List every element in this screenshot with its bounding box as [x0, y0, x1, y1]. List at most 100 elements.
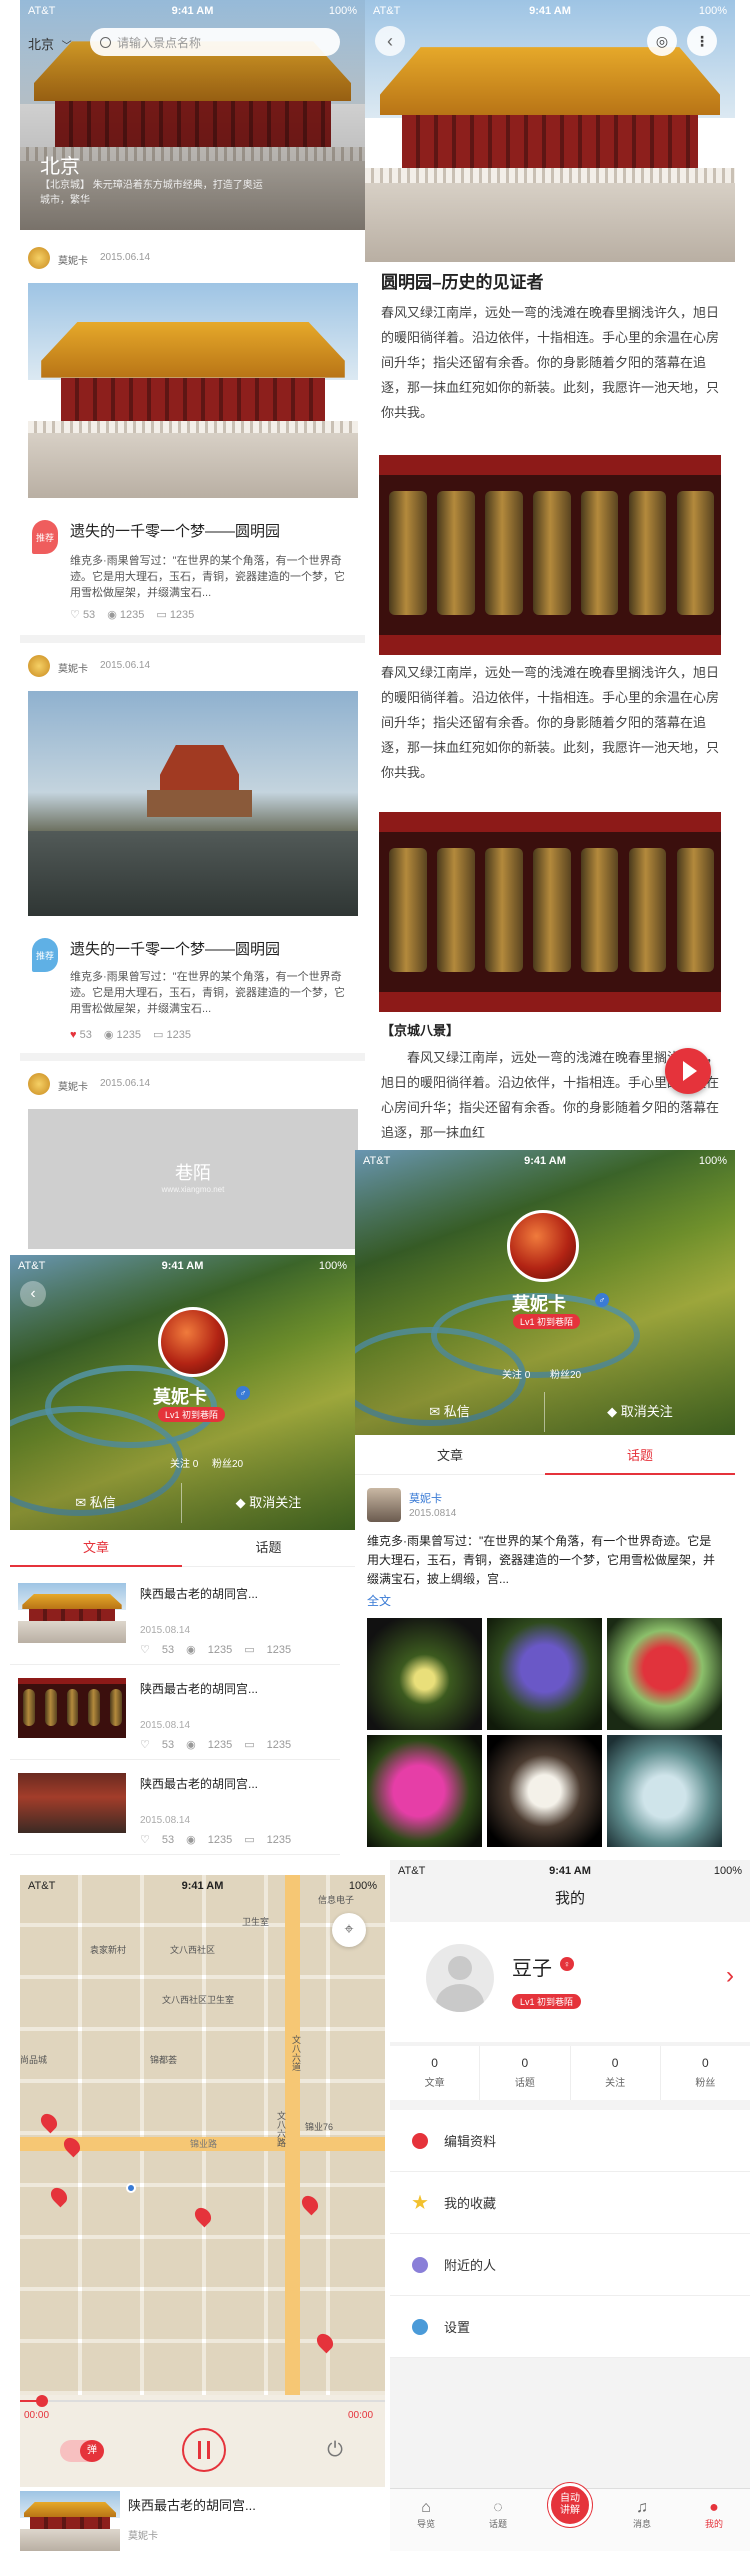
- chevron-left-icon: ‹: [30, 1285, 36, 1302]
- menu-edit-profile[interactable]: 编辑资料: [390, 2110, 750, 2172]
- tab-me[interactable]: ● 我的: [678, 2489, 750, 2551]
- home-icon: ⌂: [421, 2499, 431, 2516]
- author-name[interactable]: 莫妮卡: [58, 1078, 88, 1093]
- unfollow-button[interactable]: ◆ 取消关注: [182, 1483, 355, 1523]
- menu-favorites[interactable]: 我的收藏: [390, 2172, 750, 2234]
- menu-settings[interactable]: 设置: [390, 2296, 750, 2358]
- avatar[interactable]: [158, 1307, 228, 1377]
- message-button[interactable]: ✉ 私信: [355, 1392, 545, 1432]
- bottom-tab-bar: ⌂ 导览 ◌ 话题 自动讲解 ♫ 消息 ● 我的: [390, 2483, 750, 2551]
- list-item[interactable]: 陕西最古老的胡同宫... 2015.08.14 ♡ 53 ◉ 1235 ▭ 1235: [10, 1573, 340, 1665]
- now-playing[interactable]: 陕西最古老的胡同宫... 莫妮卡: [20, 2487, 385, 2551]
- more-dots-icon: ⋮: [695, 33, 709, 49]
- list-thumb: [18, 1678, 126, 1738]
- comments[interactable]: ▭ 1235: [156, 608, 194, 621]
- avatar[interactable]: [28, 247, 50, 269]
- post-title[interactable]: 遗失的一千零一个梦——圆明园: [70, 520, 280, 541]
- search-icon: [100, 36, 111, 48]
- tab-topics[interactable]: ◌ 话题: [462, 2489, 534, 2551]
- author-name[interactable]: 莫妮卡: [58, 660, 88, 675]
- list-item[interactable]: 陕西最古老的胡同宫... 2015.08.14 ♡ 53 ◉ 1235 ▭ 1235: [10, 1668, 340, 1760]
- stat-label: 文章: [424, 2078, 445, 2089]
- profile-screen-topics: AT&T 9:41 AM 100% 莫妮卡 ♂ Lv1 初到巷陌 关注 0 粉丝…: [355, 1150, 735, 1860]
- article-image[interactable]: [379, 812, 721, 1012]
- topic-photo[interactable]: [607, 1618, 722, 1730]
- topic-photo[interactable]: [367, 1735, 482, 1847]
- map-label: 袁家新村: [90, 1945, 127, 1955]
- author-name[interactable]: 莫妮卡: [58, 252, 88, 267]
- unfollow-button[interactable]: ◆ 取消关注: [545, 1392, 735, 1432]
- post-image[interactable]: [28, 283, 358, 498]
- home-screen: AT&T 9:41 AM 100% 北京 ﹀ 请输入景点名称 北京 【北京城】 …: [0, 0, 365, 1251]
- message-label: 私信: [89, 1495, 116, 1510]
- comments[interactable]: ▭ 1235: [153, 1028, 191, 1041]
- post-title[interactable]: 遗失的一千零一个梦——圆明园: [70, 938, 280, 959]
- stat-topics[interactable]: 0 话题: [480, 2046, 571, 2100]
- tab-articles[interactable]: 文章: [10, 1537, 182, 1567]
- tab-topics[interactable]: 话题: [182, 1537, 355, 1567]
- play-icon: [683, 1061, 697, 1081]
- city-selector[interactable]: 北京 ﹀: [28, 34, 72, 53]
- tab-auto-guide[interactable]: 自动讲解: [534, 2483, 606, 2551]
- banner-text: 【北京城】 朱元璋沿着东方城市经典，打造了奥运城市，繁华: [40, 180, 263, 206]
- progress-bar[interactable]: [20, 2395, 385, 2407]
- avatar[interactable]: [426, 1944, 494, 2012]
- map-screen: AT&T 9:41 AM 100% 卫生室 文八西社区 文八西社区卫生室 袁家新…: [20, 1875, 385, 2551]
- back-button[interactable]: ‹: [20, 1281, 46, 1307]
- topic-photo[interactable]: [607, 1735, 722, 1847]
- topic-photo[interactable]: [487, 1618, 602, 1730]
- feed-card[interactable]: 莫妮卡 2015.06.14 巷陌 www.xiangmo.net: [20, 1061, 365, 1251]
- more-button[interactable]: ⋮: [687, 26, 717, 56]
- banner-title: 北京: [40, 156, 80, 178]
- map-label: 文八六路: [276, 2111, 286, 2147]
- follow-stat[interactable]: 关注 0: [502, 1366, 530, 1381]
- play-audio-button[interactable]: [665, 1048, 711, 1094]
- profile-header[interactable]: 豆子 ♀ Lv1 初到巷陌 ›: [390, 1922, 750, 2042]
- tab-label: 我的: [704, 2519, 723, 2529]
- tab-topics[interactable]: 话题: [545, 1445, 735, 1475]
- topic-text: 维克多·雨果曾写过："在世界的某个角落，有一个世界奇迹。它是用大理石，玉石，青铜…: [367, 1534, 716, 1586]
- fans-stat[interactable]: 粉丝20: [212, 1455, 243, 1470]
- danmu-toggle[interactable]: 弹: [60, 2440, 104, 2462]
- back-button[interactable]: ‹: [375, 26, 405, 56]
- article-image[interactable]: [379, 455, 721, 655]
- eye-icon: ◉: [186, 1739, 196, 1751]
- search-input[interactable]: 请输入景点名称: [117, 34, 201, 51]
- stat-articles[interactable]: 0 文章: [390, 2046, 481, 2100]
- fans-stat[interactable]: 粉丝20: [550, 1366, 581, 1381]
- power-button[interactable]: ⏻: [320, 2435, 350, 2465]
- locate-button[interactable]: ⌖: [332, 1913, 366, 1947]
- like-button[interactable]: ♥ 53: [70, 1029, 92, 1041]
- avatar[interactable]: [507, 1210, 579, 1282]
- feed-card[interactable]: 莫妮卡 2015.06.14 推荐 遗失的一千零一个梦——圆明园 维克多·雨果曾…: [20, 643, 365, 1053]
- post-image[interactable]: [28, 691, 358, 916]
- tab-messages[interactable]: ♫ 消息: [606, 2489, 678, 2551]
- avatar[interactable]: [28, 655, 50, 677]
- mail-icon: ✉: [75, 1495, 87, 1510]
- full-text-link[interactable]: 全文: [367, 1592, 391, 1609]
- topic-avatar[interactable]: [367, 1488, 401, 1522]
- search-box[interactable]: 请输入景点名称: [90, 28, 340, 56]
- topic-author[interactable]: 莫妮卡: [409, 1490, 442, 1506]
- topic-photo[interactable]: [367, 1618, 482, 1730]
- audio-guide-button[interactable]: ◎: [647, 26, 677, 56]
- stat-following[interactable]: 0 关注: [571, 2046, 661, 2100]
- follow-stat[interactable]: 关注 0: [170, 1455, 198, 1470]
- topic-photo[interactable]: [487, 1735, 602, 1847]
- pause-button[interactable]: [182, 2428, 226, 2472]
- list-item[interactable]: 陕西最古老的胡同宫... 2015.08.14 ♡ 53 ◉ 1235 ▭ 1235: [10, 1763, 340, 1855]
- feed-card[interactable]: 莫妮卡 2015.06.14 推荐 遗失的一千零一个梦——圆明园 维克多·雨果曾…: [20, 235, 365, 635]
- post-stats: ♡ 53 ◉ 1235 ▭ 1235: [70, 608, 194, 621]
- like-button[interactable]: ♡ 53: [70, 608, 95, 621]
- message-button[interactable]: ✉ 私信: [10, 1483, 182, 1523]
- avatar[interactable]: [28, 1073, 50, 1095]
- level-badge: Lv1 初到巷陌: [513, 1314, 581, 1329]
- unfollow-label: 取消关注: [249, 1495, 302, 1510]
- auto-guide-button[interactable]: 自动讲解: [548, 2483, 592, 2527]
- bell-icon: ♫: [636, 2499, 648, 2516]
- stat-fans[interactable]: 0 粉丝: [661, 2046, 750, 2100]
- tab-guide[interactable]: ⌂ 导览: [390, 2489, 462, 2551]
- menu-nearby-people[interactable]: 附近的人: [390, 2234, 750, 2296]
- tab-articles[interactable]: 文章: [355, 1445, 545, 1475]
- progress-thumb[interactable]: [36, 2395, 48, 2407]
